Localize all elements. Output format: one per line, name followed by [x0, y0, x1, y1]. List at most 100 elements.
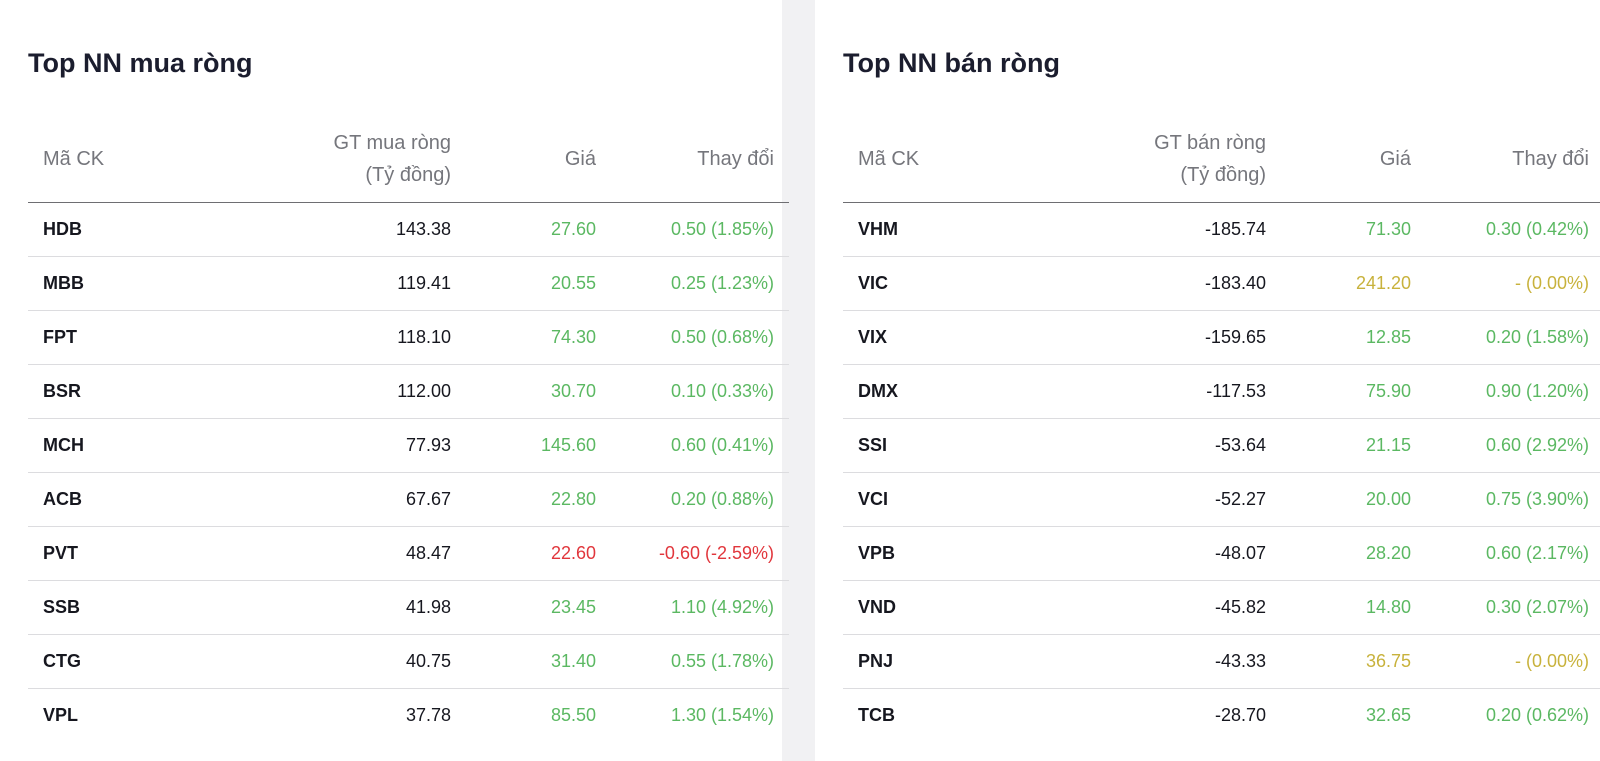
net-value: -117.53	[1023, 364, 1281, 419]
table-row[interactable]: HDB 143.38 27.60 0.50 (1.85%)	[28, 202, 789, 257]
price-change: 0.20 (0.62%)	[1485, 705, 1589, 725]
net-value: -28.70	[1214, 705, 1266, 725]
table-row[interactable]: MBB 119.41 20.55 0.25 (1.23%)	[28, 256, 789, 311]
net-value: 40.75	[208, 634, 466, 689]
stock-code[interactable]: PNJ	[843, 634, 1023, 689]
price-change: 0.10 (0.33%)	[611, 364, 789, 419]
top-net-buy-panel: Top NN mua ròng Mã CK GT mua ròng (Tỷ đồ…	[0, 0, 789, 761]
stock-code[interactable]: VIC	[843, 256, 1023, 311]
net-value: -43.33	[1023, 634, 1281, 689]
price: 14.80	[1281, 580, 1426, 635]
price-change: 0.20 (0.88%)	[611, 472, 789, 527]
table-row[interactable]: PNJ -43.33 36.75- (0.00%)	[843, 634, 1600, 689]
table-row[interactable]: VIC -183.40 241.20- (0.00%)	[843, 256, 1600, 311]
price: 20.55	[466, 256, 611, 311]
price: 22.60	[466, 526, 611, 581]
price-change: 0.60 (2.92%)	[1426, 418, 1600, 473]
net-buy-table: Mã CK GT mua ròng (Tỷ đồng) Giá Thay đổi…	[28, 115, 789, 742]
stock-code[interactable]: SSI	[843, 418, 1023, 473]
price: 27.60	[466, 202, 611, 257]
stock-code[interactable]: VPL	[28, 689, 208, 743]
page: Top NN mua ròng Mã CK GT mua ròng (Tỷ đồ…	[0, 0, 1600, 761]
price: 31.40	[466, 634, 611, 689]
table-row[interactable]: VIX -159.65 12.85 0.20 (1.58%)	[843, 310, 1600, 365]
table-row[interactable]: ACB 67.67 22.80 0.20 (0.88%)	[28, 472, 789, 527]
stock-code[interactable]: DMX	[843, 364, 1023, 419]
stock-code[interactable]: VPB	[843, 526, 1023, 581]
header-unit: (Tỷ đồng)	[1180, 163, 1266, 186]
table-row[interactable]: VPL 37.78 85.50 1.30 (1.54%)	[28, 689, 789, 743]
net-value: 143.38	[208, 202, 466, 257]
price: 32.65	[1365, 705, 1411, 725]
stock-code[interactable]: BSR	[28, 364, 208, 419]
net-value: 48.47	[208, 526, 466, 581]
stock-code[interactable]: VCI	[843, 472, 1023, 527]
stock-code[interactable]: MBB	[28, 256, 208, 311]
net-value: -159.65	[1023, 310, 1281, 365]
stock-code[interactable]: HDB	[28, 202, 208, 257]
table-row[interactable]: VPB -48.07 28.20 0.60 (2.17%)	[843, 526, 1600, 581]
net-value: 37.78	[405, 705, 451, 725]
table-row[interactable]: SSB 41.98 23.45 1.10 (4.92%)	[28, 580, 789, 635]
table-row[interactable]: TCB -28.70 32.65 0.20 (0.62%)	[843, 689, 1600, 743]
table-row[interactable]: VHM -185.74 71.30 0.30 (0.42%)	[843, 202, 1600, 257]
stock-code[interactable]: MCH	[28, 418, 208, 473]
table-row[interactable]: PVT 48.47 22.60 -0.60 (-2.59%)	[28, 526, 789, 581]
net-value: -52.27	[1023, 472, 1281, 527]
net-value: 67.67	[208, 472, 466, 527]
column-header-net-buy-value: GT mua ròng (Tỷ đồng)	[208, 115, 466, 203]
stock-code[interactable]: VND	[843, 580, 1023, 635]
price-change: 0.50 (0.68%)	[611, 310, 789, 365]
table-header-row: Mã CK GT mua ròng (Tỷ đồng) Giá Thay đổi	[28, 115, 789, 203]
price: 145.60	[466, 418, 611, 473]
price: 23.45	[466, 580, 611, 635]
price-change: 0.75 (3.90%)	[1426, 472, 1600, 527]
table-row[interactable]: FPT 118.10 74.30 0.50 (0.68%)	[28, 310, 789, 365]
net-sell-rows: VHM -185.74 71.30 0.30 (0.42%) VIC -183.40 241…	[843, 202, 1600, 743]
column-header-price: Giá	[466, 115, 611, 203]
price: 30.70	[466, 364, 611, 419]
price-change: 0.25 (1.23%)	[611, 256, 789, 311]
price-change: 1.10 (4.92%)	[611, 580, 789, 635]
price-change: - (0.00%)	[1426, 634, 1600, 689]
price: 241.20	[1281, 256, 1426, 311]
stock-code[interactable]: PVT	[28, 526, 208, 581]
net-value: 77.93	[208, 418, 466, 473]
stock-code[interactable]: TCB	[843, 689, 1023, 743]
stock-code[interactable]: CTG	[28, 634, 208, 689]
price-change: 0.30 (2.07%)	[1426, 580, 1600, 635]
net-value: -183.40	[1023, 256, 1281, 311]
header-unit: (Tỷ đồng)	[365, 163, 451, 186]
stock-code[interactable]: ACB	[28, 472, 208, 527]
price: 21.15	[1281, 418, 1426, 473]
table-row[interactable]: VND -45.82 14.80 0.30 (2.07%)	[843, 580, 1600, 635]
price: 85.50	[550, 705, 596, 725]
net-value: 41.98	[208, 580, 466, 635]
top-net-sell-panel: Top NN bán ròng Mã CK GT bán ròng (Tỷ đồ…	[815, 0, 1600, 761]
table-header-row: Mã CK GT bán ròng (Tỷ đồng) Giá Thay đổi	[843, 115, 1600, 203]
column-header-code: Mã CK	[843, 115, 1023, 203]
price: 36.75	[1281, 634, 1426, 689]
table-row[interactable]: BSR 112.00 30.70 0.10 (0.33%)	[28, 364, 789, 419]
price-change: - (0.00%)	[1426, 256, 1600, 311]
net-value: -45.82	[1023, 580, 1281, 635]
price-change: 0.90 (1.20%)	[1426, 364, 1600, 419]
table-row[interactable]: SSI -53.64 21.15 0.60 (2.92%)	[843, 418, 1600, 473]
header-label: GT mua ròng	[333, 131, 451, 154]
stock-code[interactable]: VHM	[843, 202, 1023, 257]
price: 71.30	[1281, 202, 1426, 257]
stock-code[interactable]: FPT	[28, 310, 208, 365]
net-value: -53.64	[1023, 418, 1281, 473]
column-header-code: Mã CK	[28, 115, 208, 203]
table-row[interactable]: MCH 77.93 145.60 0.60 (0.41%)	[28, 418, 789, 473]
net-value: 119.41	[208, 256, 466, 311]
stock-code[interactable]: SSB	[28, 580, 208, 635]
table-row[interactable]: VCI -52.27 20.00 0.75 (3.90%)	[843, 472, 1600, 527]
price: 28.20	[1281, 526, 1426, 581]
net-value: -48.07	[1023, 526, 1281, 581]
stock-code[interactable]: VIX	[843, 310, 1023, 365]
panel-title: Top NN mua ròng	[28, 48, 253, 78]
price-change: 0.60 (2.17%)	[1426, 526, 1600, 581]
table-row[interactable]: DMX -117.53 75.90 0.90 (1.20%)	[843, 364, 1600, 419]
table-row[interactable]: CTG 40.75 31.40 0.55 (1.78%)	[28, 634, 789, 689]
